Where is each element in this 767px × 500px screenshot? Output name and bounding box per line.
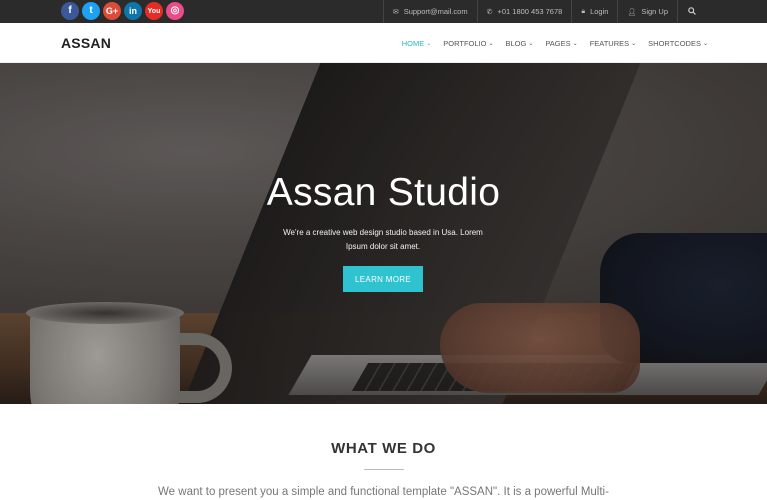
learn-more-button[interactable]: LEARN MORE — [343, 266, 423, 292]
signup-text: Sign Up — [641, 7, 668, 16]
hero-title: Assan Studio — [266, 171, 501, 214]
chevron-down-icon: ⌄ — [426, 40, 432, 47]
chevron-down-icon: ⌄ — [702, 40, 708, 47]
email-text: Support@mail.com — [403, 7, 468, 16]
login-text: Login — [590, 7, 609, 16]
lock-icon: 🔒︎ — [581, 7, 586, 15]
envelope-icon: ✉ — [392, 8, 399, 16]
nav-item-features[interactable]: FEATURES ⌄ — [590, 39, 636, 48]
section-title: WHAT WE DO — [331, 440, 436, 457]
hero-subtitle: We're a creative web design studio based… — [283, 228, 483, 251]
main-menu: HOME ⌄ PORTFOLIO ⌄ BLOG ⌄ PAGES ⌄ FEATURES ⌄ … — [402, 23, 708, 63]
title-divider — [364, 469, 404, 470]
search-icon — [688, 6, 696, 17]
chevron-down-icon: ⌄ — [572, 40, 578, 47]
chevron-down-icon: ⌄ — [528, 40, 534, 47]
section-text: We want to present you a simple and func… — [158, 486, 609, 498]
phone-icon: ✆ — [486, 8, 493, 16]
dribbble-icon[interactable]: ◎ — [166, 2, 184, 20]
hero-content: Assan Studio We're a creative web design… — [0, 63, 767, 404]
what-we-do-section: WHAT WE DO We want to present you a simp… — [0, 404, 767, 500]
social-links: f t G+ in You ◎ — [61, 2, 184, 20]
email-link[interactable]: ✉ Support@mail.com — [382, 0, 477, 23]
linkedin-icon[interactable]: in — [124, 2, 142, 20]
site-logo[interactable]: ASSAN — [61, 35, 111, 51]
search-button[interactable] — [677, 0, 706, 23]
nav-item-home[interactable]: HOME ⌄ — [402, 39, 432, 48]
nav-item-pages[interactable]: PAGES ⌄ — [545, 39, 577, 48]
main-navbar: ASSAN HOME ⌄ PORTFOLIO ⌄ BLOG ⌄ PAGES ⌄ FEAT… — [0, 23, 767, 63]
twitter-icon[interactable]: t — [82, 2, 100, 20]
phone-text: +01 1800 453 7678 — [497, 7, 563, 16]
hero-section: Assan Studio We're a creative web design… — [0, 63, 767, 404]
youtube-icon[interactable]: You — [145, 2, 163, 20]
nav-item-portfolio[interactable]: PORTFOLIO ⌄ — [443, 39, 493, 48]
top-links: ✉ Support@mail.com ✆ +01 1800 453 7678 🔒… — [382, 0, 706, 23]
nav-item-blog[interactable]: BLOG ⌄ — [505, 39, 533, 48]
user-icon: 👤︎ — [627, 8, 637, 16]
chevron-down-icon: ⌄ — [488, 40, 494, 47]
chevron-down-icon: ⌄ — [631, 40, 637, 47]
facebook-icon[interactable]: f — [61, 2, 79, 20]
google-plus-icon[interactable]: G+ — [103, 2, 121, 20]
signup-link[interactable]: 👤︎ Sign Up — [617, 0, 677, 23]
nav-item-shortcodes[interactable]: SHORTCODES ⌄ — [648, 39, 708, 48]
top-bar: f t G+ in You ◎ ✉ Support@mail.com ✆ +01… — [0, 0, 767, 23]
login-link[interactable]: 🔒︎ Login — [571, 0, 617, 23]
phone-link[interactable]: ✆ +01 1800 453 7678 — [476, 0, 572, 23]
